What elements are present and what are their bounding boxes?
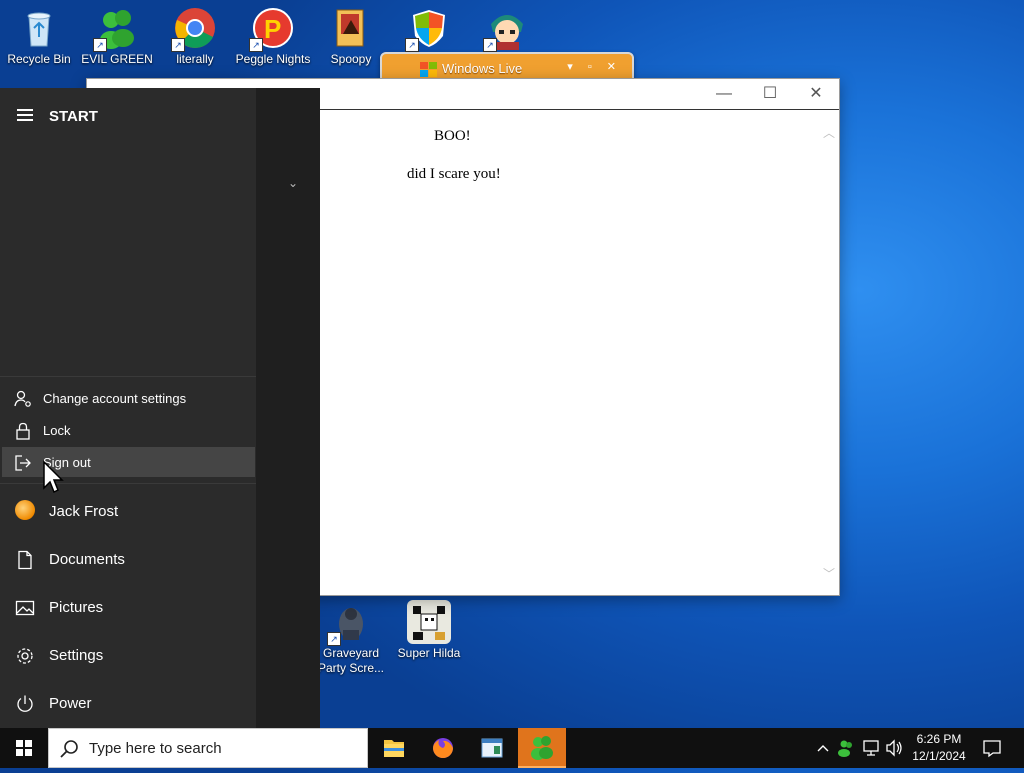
account-menu-label: Change account settings — [43, 391, 187, 406]
pictures-icon — [15, 598, 35, 618]
taskbar-firefox[interactable] — [419, 728, 467, 768]
shortcut-arrow-icon: ↗ — [249, 38, 263, 52]
windows-live-title: Windows Live — [442, 61, 523, 76]
windows-shield-icon: ↗ — [405, 6, 451, 52]
desktop-icon-recycle-bin[interactable]: Recycle Bin — [0, 0, 78, 67]
power-icon — [15, 694, 35, 714]
taskbar: Type here to search 6:26 PM 12/1/2024 — [0, 728, 1024, 768]
desktop-icon-super-hilda[interactable]: Super Hilda — [390, 594, 468, 661]
start-item-power[interactable]: Power — [0, 682, 256, 726]
close-icon[interactable]: ✕ — [793, 79, 839, 109]
lock-item[interactable]: Lock — [2, 415, 255, 445]
search-icon — [59, 739, 79, 759]
app-window-icon — [481, 738, 503, 758]
sign-out-item[interactable]: Sign out — [2, 447, 255, 477]
search-placeholder: Type here to search — [89, 740, 222, 757]
chevron-down-icon[interactable]: ⌄ — [288, 176, 298, 190]
taskbar-file-explorer[interactable] — [370, 728, 418, 768]
account-flyout: Change account settings Lock Sign out — [0, 376, 256, 484]
green-men-icon — [531, 736, 553, 760]
network-icon[interactable] — [861, 728, 881, 768]
desktop-icon-label: Peggle Nights — [235, 52, 311, 66]
desktop-icon-evil-green-men[interactable]: ↗ EVIL GREEN MEN GO — [78, 0, 156, 67]
minimize-icon[interactable]: — — [701, 79, 747, 109]
tray-chevron-up-icon[interactable] — [814, 728, 832, 768]
shortcut-arrow-icon: ↗ — [171, 38, 185, 52]
account-settings-icon — [14, 390, 32, 408]
super-hilda-icon — [407, 600, 451, 644]
desktop-icon-label: Super Hilda — [397, 646, 461, 660]
start-menu-title: START — [49, 108, 98, 125]
desktop-icon-label: Recycle Bin — [7, 52, 71, 66]
desktop-icon-peggle-nights[interactable]: P ↗ Peggle Nights — [234, 0, 312, 67]
chrome-icon: ↗ — [171, 6, 217, 52]
shortcut-arrow-icon: ↗ — [483, 38, 497, 52]
account-menu-label: Lock — [43, 423, 71, 438]
clock-date: 12/1/2024 — [912, 749, 966, 763]
avatar — [15, 500, 35, 520]
document-icon — [15, 550, 35, 570]
shortcut-arrow-icon: ↗ — [327, 632, 341, 646]
desktop-icon-spoopy[interactable]: Spoopy — [312, 0, 390, 67]
start-menu-left-pane: START Change account settings Lock Sign … — [0, 88, 256, 728]
windows-live-controls[interactable]: ▾ ▫ ✕ — [567, 60, 622, 73]
windows-logo-icon — [16, 740, 32, 756]
start-menu-header: START — [0, 88, 256, 144]
mouse-cursor-icon — [42, 460, 66, 496]
folder-icon — [384, 740, 404, 757]
desktop-icon-graveyard-party[interactable]: ↗ Graveyard Party Scre... — [312, 594, 390, 676]
start-item-pictures[interactable]: Pictures — [0, 586, 256, 630]
lock-icon — [14, 422, 32, 440]
gear-icon — [15, 646, 35, 666]
start-item-settings[interactable]: Settings — [0, 634, 256, 678]
desktop-icon-label: EVIL GREEN MEN GO — [81, 52, 153, 66]
scroll-up-icon[interactable]: ︿ — [821, 124, 837, 140]
anime-character-icon: ↗ — [483, 6, 529, 52]
scroll-down-icon[interactable]: ﹀ — [821, 565, 837, 581]
recycle-bin-icon — [17, 6, 61, 50]
document-body-text: did I scare you! — [407, 166, 501, 182]
start-item-label: Settings — [49, 647, 104, 664]
start-user-account[interactable]: Jack Frost — [0, 490, 256, 534]
start-button[interactable] — [0, 728, 48, 768]
spoopy-icon — [329, 6, 373, 50]
desktop-icon-label: literally — [176, 52, 214, 66]
start-item-label: Documents — [49, 551, 125, 568]
maximize-icon[interactable]: ☐ — [747, 79, 793, 109]
user-name: Jack Frost — [49, 503, 119, 520]
shortcut-arrow-icon: ↗ — [405, 38, 419, 52]
start-item-label: Power — [49, 695, 92, 712]
taskbar-green-men-app[interactable] — [518, 728, 566, 768]
document-heading: BOO! — [434, 128, 471, 144]
start-menu: START Change account settings Lock Sign … — [0, 88, 320, 728]
change-account-settings-item[interactable]: Change account settings — [2, 383, 255, 413]
desktop-icon-chrome[interactable]: ↗ literally — [156, 0, 234, 67]
search-box[interactable]: Type here to search — [48, 728, 368, 768]
taskbar-clock[interactable]: 6:26 PM 12/1/2024 — [900, 731, 978, 765]
green-men-icon: ↗ — [93, 6, 139, 52]
svg-text:P: P — [264, 14, 281, 44]
taskbar-window-app[interactable] — [468, 728, 516, 768]
desktop-icon-label: Spoopy — [330, 52, 372, 66]
notification-icon[interactable] — [982, 738, 1002, 758]
desktop-icon-windows-shield[interactable]: ↗ — [390, 0, 468, 52]
desktop-icon-anime-character[interactable]: ↗ — [468, 0, 546, 52]
shortcut-arrow-icon: ↗ — [93, 38, 107, 52]
sign-out-icon — [14, 454, 32, 472]
graveyard-icon: ↗ — [327, 600, 373, 646]
tray-users-icon[interactable] — [836, 728, 856, 768]
peggle-icon: P ↗ — [249, 6, 295, 52]
start-item-documents[interactable]: Documents — [0, 538, 256, 582]
firefox-icon — [433, 738, 453, 758]
start-item-label: Pictures — [49, 599, 104, 616]
desktop-icon-label: Graveyard Party Scre... — [317, 646, 385, 675]
hamburger-menu-icon[interactable] — [17, 109, 33, 121]
clock-time: 6:26 PM — [916, 732, 962, 746]
